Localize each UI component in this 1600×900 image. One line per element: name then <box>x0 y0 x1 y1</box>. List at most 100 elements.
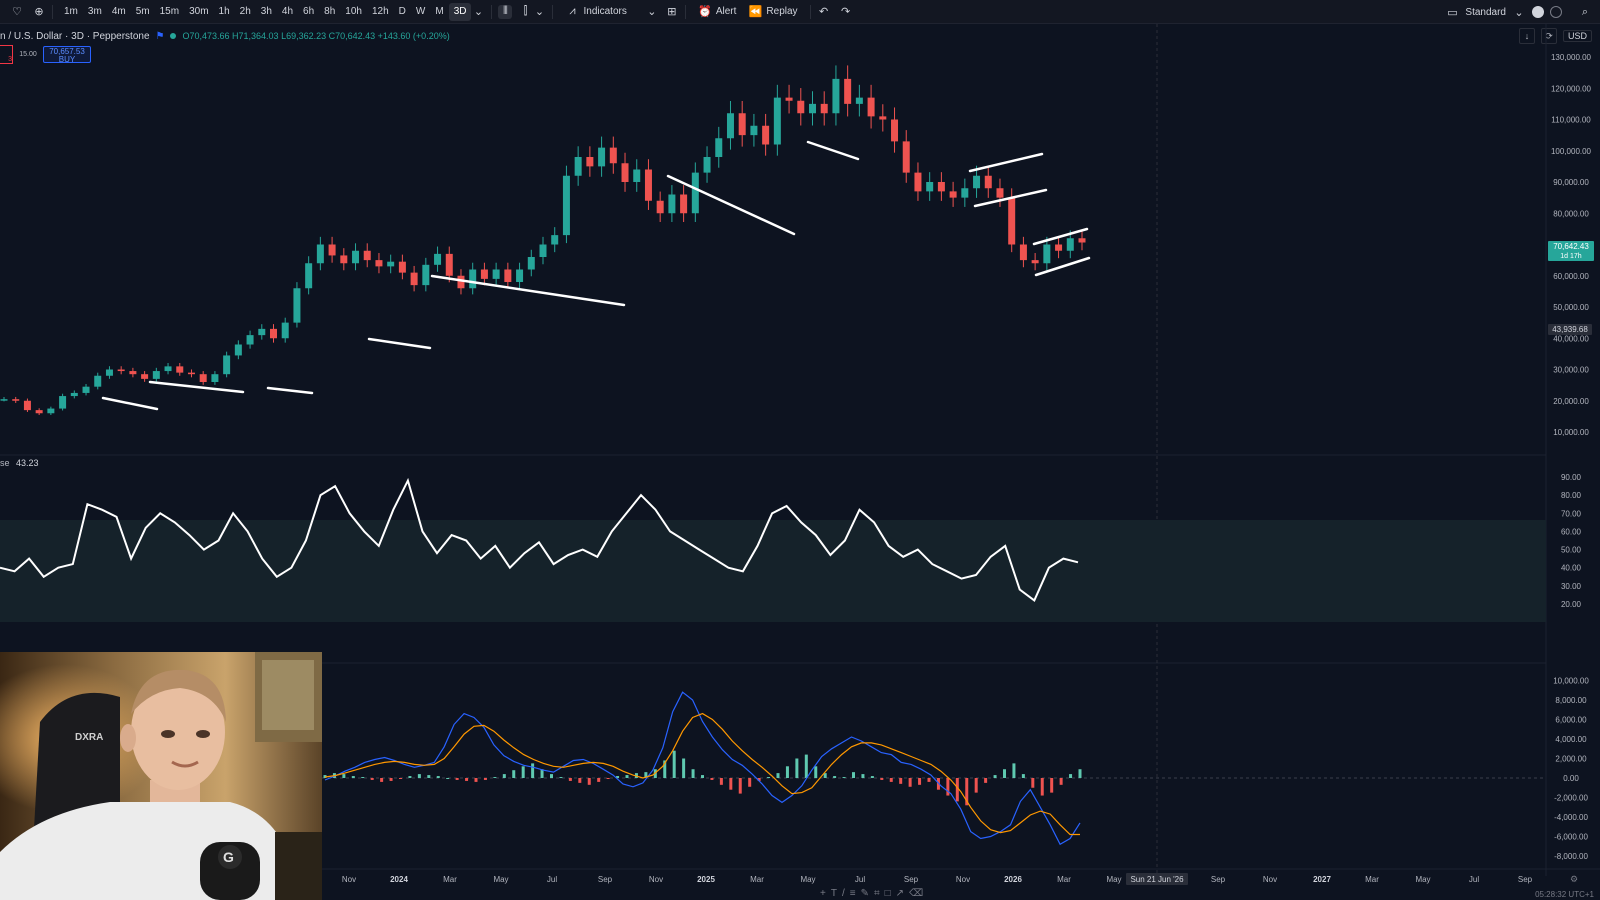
trendline[interactable] <box>101 396 159 411</box>
macd-axis[interactable]: 10,000.00 8,000.00 6,000.00 4,000.00 2,000.0… <box>1553 677 1589 862</box>
buy-label: BUY <box>58 55 76 64</box>
timeframe-w[interactable]: W <box>411 3 430 21</box>
arrow-tool-icon[interactable]: ↗ <box>896 888 904 900</box>
symbol-legend: n / U.S. Dollar · 3D · Pepperstone ⚑ O70… <box>0 29 450 43</box>
refresh-icon[interactable]: ⟳ <box>1540 28 1557 44</box>
timeframe-5m[interactable]: 5m <box>131 3 155 21</box>
favorite-icon[interactable]: ♡ <box>10 5 24 19</box>
macd-bar <box>852 772 855 778</box>
candle-body <box>1055 244 1063 251</box>
timeframe-m[interactable]: M <box>430 3 448 21</box>
timeframe-30m[interactable]: 30m <box>184 3 213 21</box>
text-tool-icon[interactable]: T <box>831 888 837 900</box>
eraser-tool-icon[interactable]: ⌫ <box>909 888 923 900</box>
measure-tool-icon[interactable]: ⌗ <box>874 888 880 900</box>
macd-line <box>324 691 1081 846</box>
timeframe-6h[interactable]: 6h <box>298 3 319 21</box>
flag-icon[interactable]: ⚑ <box>156 31 165 42</box>
current-price-tag: 70,642.43 1d 17h <box>1548 241 1594 261</box>
time-axis[interactable]: Nov 2024 Mar May Jul Sep Nov 2025 Mar May Jul Sep No… <box>342 875 1533 884</box>
trendline[interactable] <box>666 174 796 236</box>
timeframe-2h[interactable]: 2h <box>235 3 256 21</box>
templates-icon[interactable]: ⊞ <box>665 5 679 19</box>
macd-axis-label: -2,000.00 <box>1554 794 1588 803</box>
trendline[interactable] <box>266 386 314 395</box>
redo-icon[interactable]: ↷ <box>839 5 853 19</box>
timeframe-4m[interactable]: 4m <box>107 3 131 21</box>
timeframe-1h[interactable]: 1h <box>214 3 235 21</box>
symbol-title[interactable]: n / U.S. Dollar · 3D · Pepperstone <box>0 31 150 42</box>
replay-button[interactable]: ⏪ Replay <box>742 5 803 19</box>
trendline[interactable] <box>973 188 1048 208</box>
macd-bar <box>361 777 365 779</box>
candles-icon[interactable]: ⫴ <box>498 4 513 19</box>
search-icon[interactable]: ⌕ <box>1578 5 1592 19</box>
trendline-tool-icon[interactable]: / <box>842 888 845 900</box>
time-axis-label: Mar <box>1057 875 1071 884</box>
timeframe-15m[interactable]: 15m <box>155 3 184 21</box>
price-axis-label: 120,000.00 <box>1551 84 1592 93</box>
chevron-down-icon[interactable]: ⌄ <box>645 5 659 19</box>
candle-body <box>457 275 465 289</box>
chevron-down-icon[interactable]: ⌄ <box>532 5 546 19</box>
rsi-axis[interactable]: 90.00 80.00 70.00 60.00 50.00 40.00 30.00 20.00 <box>1561 473 1582 609</box>
shape-tool-icon[interactable]: □ <box>885 888 891 900</box>
macd-bar <box>870 776 874 778</box>
alert-button[interactable]: ⏰ Alert <box>692 5 743 19</box>
trendline[interactable] <box>806 140 860 161</box>
arrow-down-icon[interactable]: ↓ <box>1518 28 1535 44</box>
avatar[interactable] <box>1532 6 1544 18</box>
notifications-icon[interactable] <box>1550 6 1562 18</box>
sell-button[interactable]: 3 <box>0 45 13 64</box>
buy-button[interactable]: 70,657.53 BUY <box>43 46 91 64</box>
timeframe-1m[interactable]: 1m <box>59 3 83 21</box>
timeframe-3h[interactable]: 3h <box>256 3 277 21</box>
countdown-label: 1d 17h <box>1560 253 1582 260</box>
trendline[interactable] <box>430 274 626 307</box>
price-axis-label: 100,000.00 <box>1551 147 1592 156</box>
timeframe-4h[interactable]: 4h <box>277 3 298 21</box>
chevron-down-icon[interactable]: ⌄ <box>1512 5 1526 19</box>
layout-icon[interactable]: ▭ <box>1445 5 1459 19</box>
indicators-button[interactable]: ⩘ Indicators ⌄ <box>559 5 664 19</box>
price-axis-label: 20,000.00 <box>1553 397 1589 406</box>
timeframe-8h[interactable]: 8h <box>319 3 340 21</box>
candle-body <box>375 260 383 267</box>
layout-name[interactable]: Standard <box>1465 7 1506 18</box>
trendline-drawings[interactable] <box>101 140 1091 411</box>
time-axis-settings-icon[interactable]: ⚙ <box>1570 874 1578 884</box>
trendline[interactable] <box>968 152 1044 173</box>
macd-axis-label: -4,000.00 <box>1554 813 1588 822</box>
candle-body <box>738 113 746 136</box>
time-axis-label: Mar <box>1365 875 1379 884</box>
chevron-down-icon[interactable]: ⌄ <box>471 5 485 19</box>
undo-icon[interactable]: ↶ <box>817 5 831 19</box>
price-axis[interactable]: 130,000.00 120,000.00 110,000.00 100,000.00… <box>1551 53 1592 437</box>
brush-tool-icon[interactable]: ✎ <box>861 888 869 900</box>
currency-selector[interactable]: USD <box>1562 30 1592 42</box>
timeframe-d[interactable]: D <box>394 3 411 21</box>
candle-body <box>82 386 90 393</box>
timeframe-12h[interactable]: 12h <box>367 3 394 21</box>
timeframe-10h[interactable]: 10h <box>340 3 367 21</box>
trendline[interactable] <box>1032 227 1089 246</box>
bar-style-icon[interactable]: ⫿ <box>518 5 532 19</box>
fib-tool-icon[interactable]: ≡ <box>850 888 856 900</box>
macd-bar <box>1012 763 1016 778</box>
add-symbol-icon[interactable]: ⊕ <box>32 5 46 19</box>
trendline[interactable] <box>148 380 245 394</box>
price-axis-label: 80,000.00 <box>1553 209 1589 218</box>
macd-bar <box>842 777 846 779</box>
macd-bar <box>691 769 695 778</box>
macd-bar <box>493 777 497 779</box>
candle-body <box>691 172 699 214</box>
crosshair-tool-icon[interactable]: + <box>820 888 826 900</box>
macd-bar <box>455 778 459 780</box>
toolbar-divider <box>52 4 53 19</box>
timeframe-3d[interactable]: 3D <box>448 2 472 21</box>
candle-body <box>797 100 805 114</box>
trendline[interactable] <box>367 337 432 350</box>
trendline[interactable] <box>1034 256 1091 277</box>
crosshair-price-tag: 43,939.68 <box>1548 324 1592 335</box>
timeframe-3m[interactable]: 3m <box>83 3 107 21</box>
